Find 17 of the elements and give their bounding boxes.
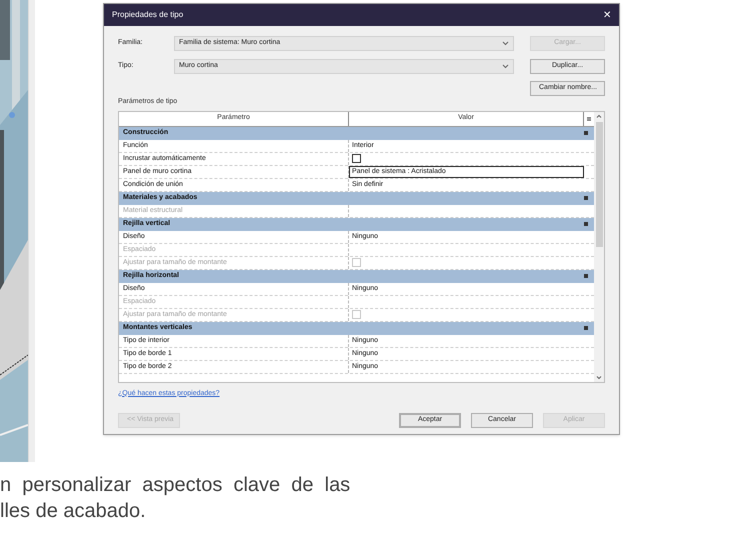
collapse-icon <box>584 131 588 135</box>
collapse-icon <box>584 196 588 200</box>
close-button[interactable]: ✕ <box>603 8 611 22</box>
sort-icon <box>586 116 592 122</box>
collapse-icon <box>584 274 588 278</box>
chevron-down-icon <box>502 64 509 69</box>
window-title: Propiedades de tipo <box>112 9 184 21</box>
scroll-down-icon <box>596 376 602 380</box>
scrollbar[interactable] <box>594 112 604 382</box>
body-text: lles de acabado. <box>0 499 147 524</box>
collapse-icon <box>584 222 588 226</box>
body-text: n personalizar aspectos clave de las <box>0 473 352 498</box>
scrollbar[interactable] <box>28 0 35 462</box>
scroll-up-icon <box>596 114 602 118</box>
checkbox[interactable] <box>352 154 361 163</box>
chevron-down-icon <box>502 41 509 46</box>
collapse-icon <box>584 326 588 330</box>
